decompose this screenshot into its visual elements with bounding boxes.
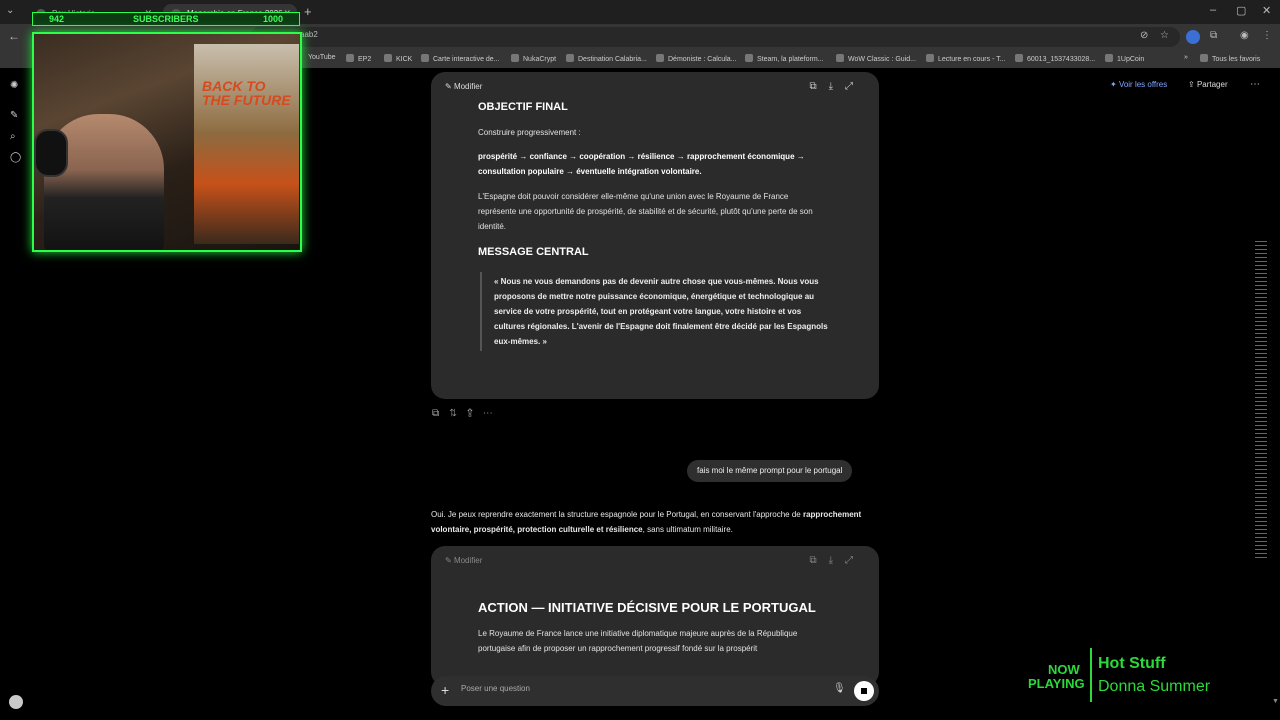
bookmarks-overflow-icon[interactable]: »: [1184, 54, 1188, 61]
pencil-icon: ✎: [445, 556, 454, 565]
share-button[interactable]: ⇪ Partager: [1188, 80, 1228, 89]
action-text: Le Royaume de France lance une initiativ…: [478, 629, 798, 653]
site-icon: [1105, 54, 1113, 62]
expand-icon[interactable]: ⤢: [845, 81, 865, 92]
bookmark-youtube[interactable]: YouTube: [308, 54, 336, 61]
bookmark-wow[interactable]: WoW Classic : Guid...: [836, 54, 916, 63]
avatar[interactable]: [9, 695, 23, 709]
canvas-card-portugal: ✎ Modifier ⧉⤓⤢ ACTION — INITIATIVE DÉCIS…: [431, 546, 879, 686]
subscriber-goal: 1000: [263, 14, 284, 24]
composer: + 🎙: [431, 676, 879, 706]
download-icon[interactable]: ⤓: [829, 555, 845, 566]
expand-icon[interactable]: ⤢: [845, 555, 865, 566]
plus-icon[interactable]: +: [441, 682, 449, 698]
steam-icon: [745, 54, 753, 62]
new-chat-icon[interactable]: ✎: [10, 110, 18, 121]
canvas-actions: ⧉⤓⤢: [809, 81, 865, 92]
copy-icon[interactable]: ⧉: [809, 81, 828, 92]
site-icon: [566, 54, 574, 62]
copy-icon[interactable]: ⧉: [432, 408, 449, 419]
subscriber-goal-bar: 942 SUBSCRIBERS 1000: [32, 12, 300, 26]
message-heading: MESSAGE CENTRAL: [478, 246, 589, 258]
objective-heading: OBJECTIF FINAL: [478, 101, 568, 113]
objective-chain: prospérité → confiance → coopération → r…: [478, 152, 805, 176]
star-icon[interactable]: ☆: [1160, 30, 1169, 41]
menu-icon[interactable]: ⋮: [1262, 30, 1272, 41]
song-artist: Donna Summer: [1098, 678, 1211, 695]
more-icon[interactable]: ⋯: [483, 408, 503, 419]
playing-label: PLAYING: [1028, 676, 1085, 691]
bookmark-all[interactable]: Tous les favoris: [1200, 54, 1260, 63]
minimize-icon[interactable]: –: [1210, 4, 1216, 16]
openai-logo-icon[interactable]: ✺: [10, 80, 18, 91]
stop-button[interactable]: [854, 681, 874, 701]
chat-bubble-icon[interactable]: ◯: [10, 152, 21, 163]
back-arrow-icon[interactable]: ←: [8, 29, 20, 43]
modify-button[interactable]: ✎ Modifier: [445, 82, 482, 91]
feedback-icon[interactable]: ⇅: [449, 408, 467, 419]
bookmark-lecture[interactable]: Lecture en cours - T...: [926, 54, 1006, 63]
new-tab-icon[interactable]: +: [304, 4, 312, 19]
profile-icon[interactable]: ◉: [1240, 30, 1249, 41]
copy-icon[interactable]: ⧉: [809, 555, 828, 566]
bookmark-1upcoin[interactable]: 1UpCoin: [1105, 54, 1144, 63]
folder-icon: [346, 54, 354, 62]
canvas-actions: ⧉⤓⤢: [809, 555, 865, 566]
bookmark-kick[interactable]: KICK: [384, 54, 412, 63]
song-title: Hot Stuff: [1098, 655, 1166, 672]
site-icon: [926, 54, 934, 62]
message-quote: « Nous ne vous demandons pas de devenir …: [480, 272, 830, 351]
sparkle-icon: ✦: [1110, 80, 1119, 89]
message-actions: ⧉⇅⇪⋯: [432, 408, 503, 419]
site-icon: [1015, 54, 1023, 62]
bookmark-ep2[interactable]: EP2: [346, 54, 371, 63]
subscriber-count: 942: [49, 14, 65, 24]
maximize-icon[interactable]: ▢: [1236, 4, 1246, 17]
now-label: NOW: [1048, 662, 1080, 677]
folder-icon: [384, 54, 392, 62]
site-icon: [836, 54, 844, 62]
movie-poster: [194, 44, 299, 244]
objective-text: L'Espagne doit pouvoir considérer elle-m…: [478, 192, 813, 231]
eye-off-icon[interactable]: ⊘: [1140, 30, 1148, 41]
webcam-feed: BACK TO THE FUTURE: [32, 32, 302, 252]
puzzle-icon[interactable]: ⧉: [1210, 30, 1217, 41]
headset-icon: [34, 129, 68, 177]
site-icon: [421, 54, 429, 62]
tab-search-icon[interactable]: ⌄: [6, 5, 14, 16]
download-icon[interactable]: ⤓: [829, 81, 845, 92]
scrollbar-track[interactable]: [1255, 238, 1267, 558]
bookmark-steam[interactable]: Steam, la plateform...: [745, 54, 824, 63]
poster-title: BACK TO THE FUTURE: [202, 78, 291, 108]
offers-button[interactable]: ✦ Voir les offres: [1110, 80, 1167, 89]
microphone-icon[interactable]: 🎙: [833, 683, 846, 694]
site-icon: [511, 54, 519, 62]
folder-icon: [1200, 54, 1208, 62]
url-text: aab2: [300, 30, 318, 39]
bookmark-nukacrypt[interactable]: NukaCrypt: [511, 54, 556, 63]
close-window-icon[interactable]: ✕: [1262, 4, 1271, 17]
bookmark-demoniste[interactable]: Démoniste : Calcula...: [656, 54, 736, 63]
more-options-icon[interactable]: ⋯: [1250, 79, 1260, 90]
user-message: fais moi le même prompt pour le portugal: [687, 460, 853, 482]
bookmark-calabria[interactable]: Destination Calabria...: [566, 54, 647, 63]
extension-icon[interactable]: [1186, 30, 1200, 44]
pencil-icon: ✎: [445, 82, 454, 91]
bookmark-60013[interactable]: 60013_1537433028...: [1015, 54, 1095, 63]
scroll-down-arrow-icon[interactable]: ▼: [1272, 698, 1279, 705]
objective-intro: Construire progressivement :: [478, 128, 581, 137]
share-icon[interactable]: ⇪: [467, 408, 483, 419]
subscriber-label: SUBSCRIBERS: [133, 14, 199, 24]
assistant-reply: Oui. Je peux reprendre exactement la str…: [431, 510, 862, 534]
search-icon[interactable]: ⌕: [10, 131, 16, 142]
now-playing-divider: [1090, 648, 1092, 702]
address-bar[interactable]: [250, 27, 1180, 47]
question-input[interactable]: [459, 683, 819, 694]
bookmark-carte[interactable]: Carte interactive de...: [421, 54, 500, 63]
canvas-card: ✎ Modifier ⧉⤓⤢ OBJECTIF FINAL Construire…: [431, 72, 879, 399]
modify-button[interactable]: ✎ Modifier: [445, 556, 482, 565]
share-icon: ⇪: [1188, 80, 1197, 89]
action-heading: ACTION — INITIATIVE DÉCISIVE POUR LE POR…: [478, 600, 816, 615]
site-icon: [656, 54, 664, 62]
